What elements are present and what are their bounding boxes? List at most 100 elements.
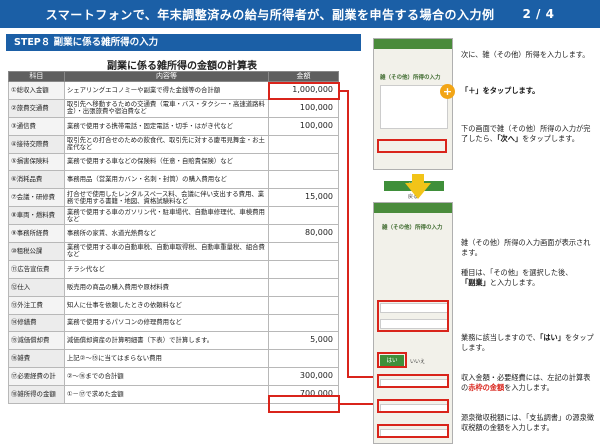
table-title: 副業に係る雑所得の金額の計算表 [107,61,257,74]
banner-title: スマートフォンで、年末調整済みの給与所得者が、副業を申告する場合の入力例 [45,7,495,22]
row-amount [268,259,339,279]
row-amount: 300,000 [268,367,339,387]
phone-heading: 雑（その他）所得の入力 [382,225,443,231]
row-description: 事務用品（営業用カバン・名刺・封筒）の購入費用など [63,170,270,190]
row-description: 事務所の家賃、水道光熱費など [63,224,270,244]
row-item: ⑥消耗品費 [8,170,65,190]
note-business: 業務に該当しますので、「はい」をタップします。 [461,333,594,353]
table-row: ⑤損害保険料 業務で使用する車などの保険料（任意・自賠責保険）など [8,152,339,172]
phone-no-button[interactable]: いいえ [410,358,425,365]
row-description: 業務で使用する携帯電話・固定電話・切手・はがき代など [63,116,270,136]
table-row: ⑨事務所経費 事務所の家賃、水道光熱費など 80,000 [8,224,339,244]
row-amount: 5,000 [268,331,339,351]
row-description: 打合せで使用したレンタルスペース料、会議に伴い支出する費用、業務で使用する書籍・… [63,188,270,208]
row-description: シェアリングエコノミーや副業で得た金銭等の合計額 [63,81,270,100]
row-amount [268,152,339,172]
row-description: 業務で使用する車の自動車税、自動車取得税、自動車重量税、組合費など [63,242,270,261]
table-row: ⑦会議・研修費 打合せで使用したレンタルスペース料、会議に伴い支出する費用、業務で… [8,188,339,208]
highlight-income-field [377,374,449,388]
table-row: ⑥消耗品費 事務用品（営業用カバン・名刺・封筒）の購入費用など [8,170,339,190]
expense-table: 科目 内容等 金額 ①総収入金額 シェアリングエコノミーや副業で得た金銭等の合計額… [8,71,339,405]
row-amount: 100,000 [268,116,339,136]
row-amount: 100,000 [268,98,339,118]
row-item: ⑰必要経費の計 [8,367,65,387]
row-item: ⑪広告宣伝費 [8,259,65,279]
column-header-item: 科目 [8,71,65,82]
page-banner: スマートフォンで、年末調整済みの給与所得者が、副業を申告する場合の入力例 2 /… [0,0,600,28]
row-item: ①総収入金額 [8,81,65,100]
row-description: 上記②～⑮に当てはまらない費用 [63,349,270,369]
highlight-income-box [268,82,340,100]
phone-status-bar [374,39,452,49]
phone-card [380,85,448,129]
row-item: ⑬外注工費 [8,295,65,315]
phone-heading: 雑（その他）所得の入力 [380,75,441,81]
row-item: ⑱雑所得の金額 [8,385,65,405]
row-description: 取引先へ移動するための交通費（電車・バス・タクシー・高速道路料金）・出張旅費や宿… [63,98,270,118]
row-description: 知人に仕事を依頼したときの依頼料など [63,295,270,315]
row-amount [268,134,339,154]
row-amount [268,277,339,297]
note-withholding: 源泉徴収税額には、「支払調書」の源泉徴収税額の金額を入力します。 [461,413,594,433]
row-item: ⑩租税公課 [8,242,65,261]
row-description: 業務で使用する車などの保険料（任意・自賠責保険）など [63,152,270,172]
row-item: ⑯雑費 [8,349,65,369]
note-category: 種目は、「その他」を選択した後、「副業」と入力します。 [461,268,573,288]
table-row: ⑬外注工費 知人に仕事を依頼したときの依頼料など [8,295,339,315]
row-amount: 80,000 [268,224,339,244]
row-item: ⑫仕入 [8,277,65,297]
row-item: ⑦会議・研修費 [8,188,65,208]
connector-line [340,403,377,405]
page-number: 2 / 4 [522,7,555,21]
highlight-yes-button [377,352,407,368]
row-description: ②～⑯までの合計額 [63,367,270,387]
note-input-screen: 雑（その他）所得の入力画面が表示されます。 [461,238,591,258]
row-item: ⑭修繕費 [8,313,65,333]
table-row: ⑧車両・燃料費 業務で使用する車のガソリン代・駐車場代、自動車修理代、車検費用など [8,206,339,226]
row-amount [268,242,339,261]
row-item: ④接待交際費 [8,134,65,154]
table-row: ④接待交際費 取引先との打合せのための飲食代、取引先に対する慶弔見舞金・お土産代な… [8,134,339,154]
row-description: 業務で使用する車のガソリン代・駐車場代、自動車修理代、車検費用など [63,206,270,226]
row-item: ⑮減価償却費 [8,331,65,351]
row-amount [268,206,339,226]
table-row: ⑩租税公課 業務で使用する車の自動車税、自動車取得税、自動車重量税、組合費など [8,242,339,261]
row-amount [268,295,339,315]
table-row: ⑯雑費 上記②～⑮に当てはまらない費用 [8,349,339,369]
table-row: ③通信費 業務で使用する携帯電話・固定電話・切手・はがき代など 100,000 [8,116,339,136]
plus-icon[interactable]: + [440,84,455,99]
row-description: チラシ代など [63,259,270,279]
step-header: STEP８ 副業に係る雑所得の入力 [6,34,361,51]
row-description: 減価償却資産の計算明細書（下表）で計算します。 [63,331,270,351]
table-row: ⑪広告宣伝費 チラシ代など [8,259,339,279]
row-item: ⑧車両・燃料費 [8,206,65,226]
row-description: ①－⑰で求めた金額 [63,385,270,405]
row-amount: 15,000 [268,188,339,208]
down-arrow-icon [405,183,431,199]
table-row: ⑰必要経費の計 ②～⑯までの合計額 300,000 [8,367,339,387]
phone-status-bar [374,203,452,213]
row-item: ②旅費交通費 [8,98,65,118]
highlight-withholding-field [377,424,449,438]
note-next: 下の画面で雑（その他）所得の入力が完了したら、「次へ」をタップします。 [461,124,591,144]
column-header-description: 内容等 [63,71,270,82]
table-row: ②旅費交通費 取引先へ移動するための交通費（電車・バス・タクシー・高速道路料金）・… [8,98,339,118]
row-item: ⑨事務所経費 [8,224,65,244]
table-row: ⑭修繕費 業務で使用するパソコンの修理費用など [8,313,339,333]
connector-line [347,90,349,377]
row-item: ⑤損害保険料 [8,152,65,172]
row-amount [268,349,339,369]
note-intro: 次に、雑（その他）所得を入力します。 [461,50,590,59]
row-description: 取引先との打合せのための飲食代、取引先に対する慶弔見舞金・お土産代など [63,134,270,154]
column-header-amount: 金額 [268,71,339,82]
highlight-expense-box [268,395,340,413]
row-item: ③通信費 [8,116,65,136]
highlight-next-button [377,139,447,153]
table-row: ⑫仕入 販売用の商品の購入費用や原材料費 [8,277,339,297]
row-amount [268,313,339,333]
note-amounts: 収入金額・必要経費には、左記の計算表の赤枠の金額を入力します。 [461,373,591,393]
table-row: ⑮減価償却費 減価償却資産の計算明細書（下表）で計算します。 5,000 [8,331,339,351]
highlight-expense-field [377,399,449,413]
row-amount [268,170,339,190]
row-description: 業務で使用するパソコンの修理費用など [63,313,270,333]
